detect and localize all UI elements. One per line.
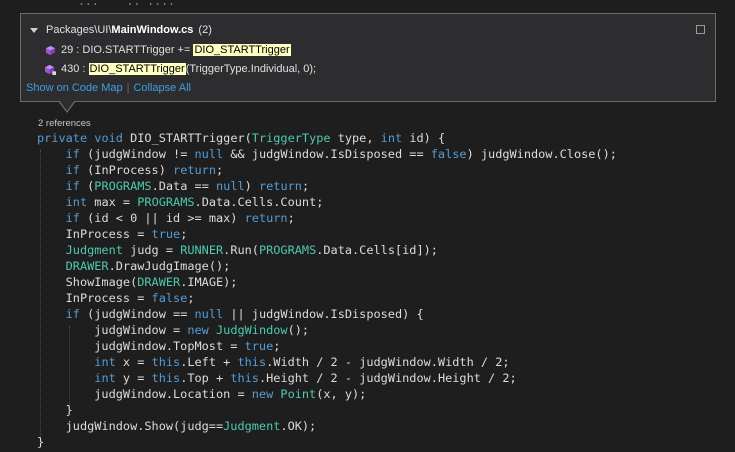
popup-links: Show on Code Map | Collapse All <box>26 82 191 94</box>
code-line[interactable]: if (id < 0 || id >= max) return; <box>37 210 295 226</box>
reference-line: 29 <box>61 44 74 56</box>
reference-text-after: (TriggerType.Individual, 0); <box>185 63 317 75</box>
code-line[interactable]: ShowImage(DRAWER.IMAGE); <box>37 274 238 290</box>
reference-item[interactable]: 29 : DIO.STARTTrigger += DIO_STARTTrigge… <box>45 44 291 56</box>
reference-count: (2) <box>198 24 212 36</box>
file-group-header[interactable]: Packages\UI\ MainWindow.cs (2) <box>30 24 212 36</box>
codelens-popup: Packages\UI\ MainWindow.cs (2) 29 : DIO.S… <box>20 13 716 102</box>
link-separator: | <box>126 82 130 94</box>
reference-item[interactable]: 430 : DIO_STARTTrigger(TriggerType.Indiv… <box>45 63 316 75</box>
popup-pointer-fill <box>59 100 75 111</box>
code-line[interactable]: judgWindow.Show(judg==Judgment.OK); <box>37 418 317 434</box>
reference-highlight: DIO_STARTTrigger <box>193 44 291 56</box>
pop-out-icon[interactable] <box>696 25 705 34</box>
code-line[interactable]: if (PROGRAMS.Data == null) return; <box>37 178 309 194</box>
file-path: Packages\UI\ <box>46 24 112 36</box>
code-line[interactable]: judgWindow = new JudgWindow(); <box>37 322 309 338</box>
code-line[interactable]: if (judgWindow == null || judgWindow.IsD… <box>37 306 424 322</box>
reference-line: 430 <box>61 63 80 75</box>
code-line[interactable]: int x = this.Left + this.Width / 2 - jud… <box>37 354 509 370</box>
expand-triangle-icon[interactable] <box>30 27 38 33</box>
code-line[interactable]: } <box>37 434 44 450</box>
code-line[interactable]: private void DIO_STARTTrigger(TriggerTyp… <box>37 130 445 146</box>
code-line[interactable]: judgWindow.Location = new Point(x, y); <box>37 386 366 402</box>
code-line[interactable]: } <box>37 402 73 418</box>
show-on-code-map-link[interactable]: Show on Code Map <box>26 82 123 94</box>
codelens-references[interactable]: 2 references <box>38 118 91 129</box>
code-line[interactable]: InProcess = true; <box>37 226 188 242</box>
file-name: MainWindow.cs <box>111 24 194 36</box>
code-line[interactable]: InProcess = false; <box>37 290 195 306</box>
reference-highlight: DIO_STARTTrigger <box>88 63 186 75</box>
code-line[interactable]: int max = PROGRAMS.Data.Cells.Count; <box>37 194 324 210</box>
code-line[interactable]: Judgment judg = RUNNER.Run(PROGRAMS.Data… <box>37 242 438 258</box>
code-line[interactable]: int y = this.Top + this.Height / 2 - jud… <box>37 370 516 386</box>
reference-text: : DIO.STARTTrigger += <box>73 44 194 56</box>
method-cube-lock-icon <box>45 64 56 75</box>
code-line[interactable]: judgWindow.TopMost = true; <box>37 338 280 354</box>
reference-text: : <box>79 63 89 75</box>
collapse-all-link[interactable]: Collapse All <box>133 82 190 94</box>
method-cube-icon <box>45 45 56 55</box>
code-line[interactable]: DRAWER.DrawJudgImage(); <box>37 258 231 274</box>
obscured-code-line: ... .. .... <box>78 0 175 8</box>
code-line[interactable]: if (judgWindow != null && judgWindow.IsD… <box>37 146 617 162</box>
code-line[interactable]: if (InProcess) return; <box>37 162 224 178</box>
